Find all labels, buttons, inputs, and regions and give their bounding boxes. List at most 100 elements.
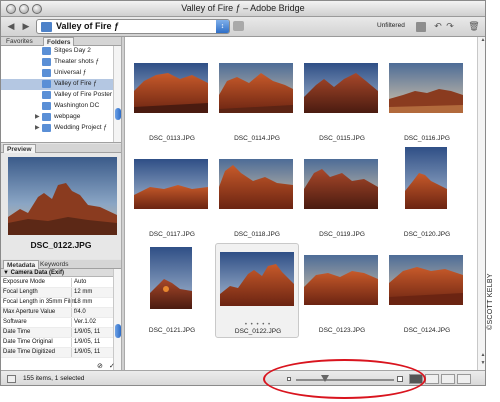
folder-label: webpage xyxy=(54,113,81,120)
new-folder-icon[interactable] xyxy=(416,22,426,32)
back-arrow-icon[interactable]: ◀ xyxy=(4,20,18,33)
metadata-value: 1/9/05, 11 xyxy=(71,338,100,347)
item-count: 155 items, 1 selected xyxy=(23,375,85,382)
folder-item-selected[interactable]: Valley of Fire ƒ xyxy=(1,79,113,90)
filmstrip-view-icon[interactable] xyxy=(425,374,439,384)
forward-arrow-icon[interactable]: ▶ xyxy=(19,20,33,33)
folder-icon xyxy=(42,80,51,88)
thumbnail-item[interactable]: DSC_0116.JPG xyxy=(385,51,469,146)
scroll-up-icon[interactable]: ▲ xyxy=(478,352,485,360)
path-dropdown[interactable]: Valley of Fire ƒ ↕ xyxy=(36,19,230,34)
metadata-row: Software Ver.1.02 xyxy=(1,318,113,328)
folder-item[interactable]: Sitges Day 2 xyxy=(1,46,113,57)
thumbnail-grid: DSC_0113.JPG DSC_0114.JPG DSC_0115.JPG D… xyxy=(125,37,477,370)
folder-tree: Sitges Day 2 Theater shots ƒ Universal ƒ… xyxy=(1,46,121,143)
thumbnail-image xyxy=(389,63,463,113)
folder-item[interactable]: Washington DC xyxy=(1,101,113,112)
folder-item[interactable]: Theater shots ƒ xyxy=(1,57,113,68)
thumbnail-item[interactable]: DSC_0117.JPG xyxy=(130,147,214,242)
thumbnail-caption: DSC_0119.JPG xyxy=(319,231,365,238)
thumbnail-item[interactable]: DSC_0124.JPG xyxy=(385,243,469,338)
metadata-row: Date Time 1/9/05, 11 xyxy=(1,328,113,338)
metadata-value: Ver.1.02 xyxy=(71,318,96,327)
folder-item[interactable]: ▶ Wedding Project ƒ xyxy=(1,123,113,134)
thumbnail-image xyxy=(405,147,447,209)
path-label: Valley of Fire ƒ xyxy=(56,21,120,31)
metadata-key: Date Time xyxy=(3,329,31,335)
thumbnail-item[interactable]: DSC_0123.JPG xyxy=(300,243,384,338)
metadata-scrollbar[interactable] xyxy=(113,269,121,370)
thumbnail-item[interactable]: DSC_0113.JPG xyxy=(130,51,214,146)
folder-icon xyxy=(42,102,51,110)
highlight-ellipse xyxy=(263,359,426,399)
no-entry-icon[interactable]: ⊘ xyxy=(97,362,103,370)
metadata-row: Date Time Digitized 1/9/05, 11 xyxy=(1,348,113,358)
folder-label: Universal ƒ xyxy=(54,69,87,76)
thumbnail-caption: DSC_0115.JPG xyxy=(319,135,365,142)
thumbnail-item[interactable]: DSC_0120.JPG xyxy=(385,147,469,242)
tab-metadata[interactable]: Metadata xyxy=(3,260,40,269)
thumbnail-item[interactable]: DSC_0115.JPG xyxy=(300,51,384,146)
metadata-key: Max Aperture Value xyxy=(3,309,56,315)
checkmark-icon[interactable]: ✓ xyxy=(109,362,115,370)
metadata-key: Software xyxy=(3,319,27,325)
thumbnail-caption: DSC_0113.JPG xyxy=(149,135,195,142)
folder-icon xyxy=(41,22,52,32)
details-view-icon[interactable] xyxy=(441,374,455,384)
tab-favorites[interactable]: Favorites xyxy=(3,37,36,46)
folder-icon xyxy=(42,91,51,99)
thumbnail-image xyxy=(389,255,463,305)
thumbnail-image xyxy=(304,63,378,113)
camera-icon[interactable] xyxy=(233,21,244,31)
chevron-updown-icon: ↕ xyxy=(216,20,229,33)
tab-folders[interactable]: Folders xyxy=(43,37,75,46)
preview-filename: DSC_0122.JPG xyxy=(30,240,92,250)
thumbnail-item-selected[interactable]: • • • • • DSC_0122.JPG xyxy=(215,243,299,338)
preview-panel: DSC_0122.JPG xyxy=(1,153,121,259)
thumbnail-caption: DSC_0118.JPG xyxy=(234,231,280,238)
thumbnail-item[interactable]: DSC_0121.JPG xyxy=(130,243,214,338)
folder-item[interactable]: Universal ƒ xyxy=(1,68,113,79)
filter-dropdown[interactable]: Unfiltered xyxy=(377,22,405,29)
thumbnail-image xyxy=(220,252,294,306)
metadata-value: 12 mm xyxy=(71,288,92,297)
tab-preview[interactable]: Preview xyxy=(3,144,36,153)
folder-item[interactable]: ▶ webpage xyxy=(1,112,113,123)
folder-icon xyxy=(42,113,51,121)
metadata-row: Date Time Original 1/9/05, 11 xyxy=(1,338,113,348)
thumbnail-item[interactable]: DSC_0114.JPG xyxy=(215,51,299,146)
metadata-key: Focal Length in 35mm Film xyxy=(3,299,76,305)
folder-label: Theater shots ƒ xyxy=(54,58,100,65)
tab-keywords[interactable]: Keywords xyxy=(37,260,72,269)
thumbnail-caption: DSC_0116.JPG xyxy=(404,135,450,142)
copyright-text: ©SCOTT KELBY xyxy=(487,273,494,330)
metadata-key: Focal Length xyxy=(3,289,38,295)
trash-icon[interactable]: 🗑 xyxy=(467,20,481,33)
bridge-window: Valley of Fire ƒ – Adobe Bridge ◀ ▶ Vall… xyxy=(0,0,486,386)
title-bar: Valley of Fire ƒ – Adobe Bridge xyxy=(1,1,485,17)
disclosure-triangle-icon[interactable]: ▶ xyxy=(35,112,40,123)
metadata-key: Exposure Mode xyxy=(3,279,46,285)
grid-scrollbar[interactable]: ▲ ▲ ▼ xyxy=(477,37,485,370)
panel-toggle-icon[interactable] xyxy=(7,375,16,383)
thumbnail-caption: DSC_0120.JPG xyxy=(403,231,451,238)
scroll-down-icon[interactable]: ▼ xyxy=(478,360,485,368)
folder-scrollbar[interactable] xyxy=(113,46,121,142)
metadata-row: Max Aperture Value f/4.0 xyxy=(1,308,113,318)
thumbnail-image xyxy=(134,159,208,209)
disclosure-triangle-icon[interactable]: ▶ xyxy=(35,123,40,134)
folder-label: Sitges Day 2 xyxy=(54,47,91,54)
versions-view-icon[interactable] xyxy=(457,374,471,384)
rotate-right-icon[interactable]: ↷ xyxy=(443,20,457,33)
folder-icon xyxy=(42,69,51,77)
thumbnail-item[interactable]: DSC_0118.JPG xyxy=(215,147,299,242)
metadata-section-header[interactable]: ▼ Camera Data (Exif) xyxy=(1,269,113,277)
metadata-value: 1/9/05, 11 xyxy=(71,328,100,337)
metadata-value: Auto xyxy=(71,278,86,287)
thumbnail-caption: DSC_0124.JPG xyxy=(403,327,451,334)
preview-tab-bar: Preview xyxy=(1,144,121,153)
folder-item[interactable]: Valley of Fire Poster xyxy=(1,90,113,101)
scroll-up-icon[interactable]: ▲ xyxy=(478,37,485,45)
folder-icon xyxy=(42,124,51,132)
thumbnail-item[interactable]: DSC_0119.JPG xyxy=(300,147,384,242)
